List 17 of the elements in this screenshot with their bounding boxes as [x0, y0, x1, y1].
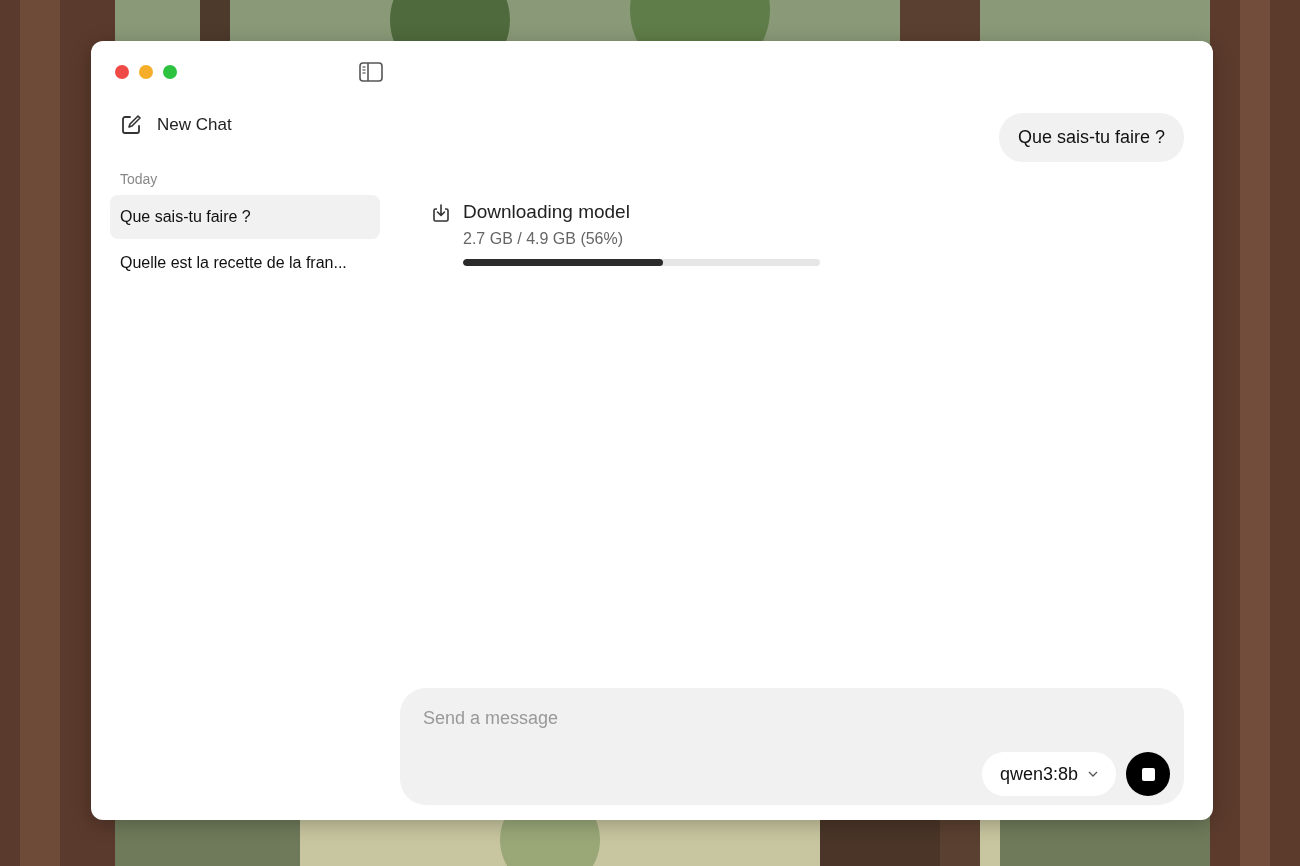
compose-icon [120, 114, 142, 136]
chevron-down-icon [1088, 771, 1098, 777]
zoom-button[interactable] [163, 65, 177, 79]
sidebar-toggle-icon[interactable] [359, 62, 383, 82]
download-progress-text: 2.7 GB / 4.9 GB (56%) [463, 230, 625, 248]
download-icon [431, 203, 451, 223]
stop-button[interactable] [1126, 752, 1170, 796]
model-dropdown[interactable]: qwen3:8b [981, 752, 1116, 796]
user-message: Que sais-tu faire ? [998, 113, 1184, 162]
download-title: Downloading model [463, 201, 631, 223]
new-chat-button[interactable]: New Chat [110, 103, 232, 147]
close-button[interactable] [115, 65, 129, 79]
minimize-button[interactable] [139, 65, 153, 79]
chat-item[interactable]: Quelle est la recette de la fran... [110, 241, 380, 285]
chat-item[interactable]: Que sais-tu faire ? [110, 195, 380, 239]
message-field[interactable]: Send a message qwen3:8b [400, 688, 1184, 805]
section-label: Today [120, 171, 159, 187]
